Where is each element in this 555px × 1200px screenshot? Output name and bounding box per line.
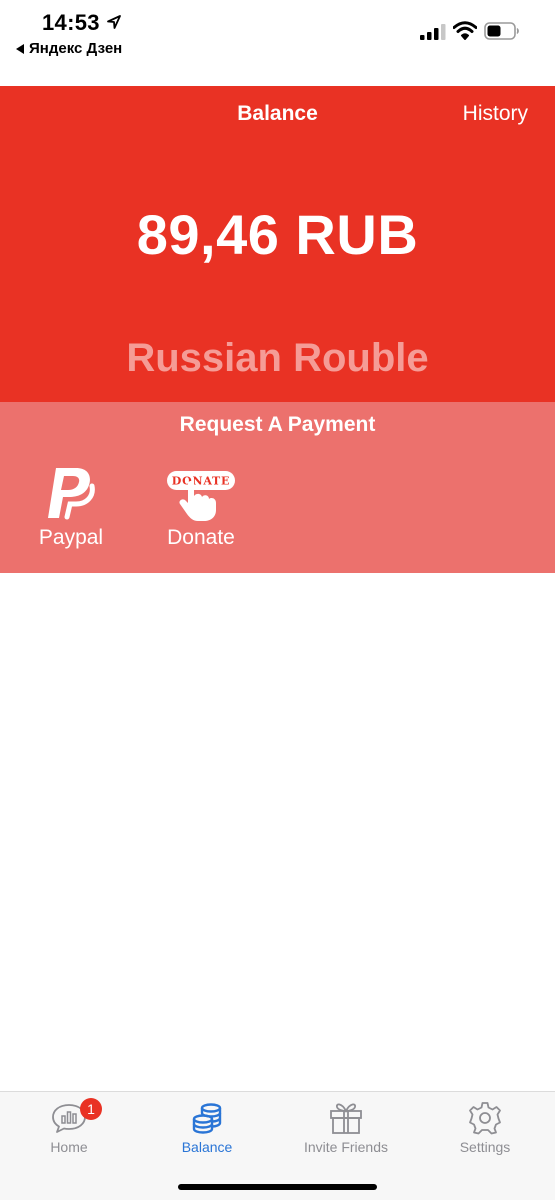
back-triangle-icon: [16, 43, 24, 54]
paypal-label: Paypal: [38, 526, 104, 549]
paypal-icon: [48, 468, 95, 520]
wifi-icon: [453, 21, 477, 40]
balance-amount: 89,46 RUB: [136, 203, 419, 266]
request-payment-panel: Request A Payment Paypal DONATE Donate: [0, 402, 555, 573]
coins-icon: [192, 1103, 222, 1134]
back-app-label: Яндекс Дзен: [29, 40, 123, 57]
tab-settings-label: Settings: [459, 1139, 511, 1155]
request-payment-title: Request A Payment: [179, 413, 376, 436]
tab-invite-friends-label: Invite Friends: [303, 1139, 389, 1155]
tab-home[interactable]: 1 Home: [0, 1092, 138, 1172]
history-button[interactable]: History: [463, 102, 528, 126]
status-bar: 14:53 Яндекс Дзен: [0, 0, 555, 86]
back-to-app-link[interactable]: Яндекс Дзен: [16, 40, 122, 57]
gear-icon: [469, 1102, 501, 1135]
tab-balance-label: Balance: [181, 1139, 233, 1155]
currency-name: Russian Rouble: [126, 336, 429, 380]
home-notification-badge: 1: [80, 1098, 102, 1120]
location-arrow-icon: [107, 15, 121, 29]
tab-bar: 1 Home Balance Invite Friends Settings: [0, 1091, 555, 1200]
status-time: 14:53: [42, 10, 100, 35]
donate-hand-icon: DONATE: [167, 471, 235, 521]
donate-label: Donate: [167, 526, 235, 549]
donate-icon-text: DONATE: [172, 475, 230, 488]
donate-option[interactable]: DONATE Donate: [160, 466, 242, 556]
tab-balance[interactable]: Balance: [138, 1092, 276, 1172]
tab-invite-friends[interactable]: Invite Friends: [276, 1092, 416, 1172]
gift-icon: [330, 1103, 362, 1134]
tab-home-label: Home: [50, 1139, 88, 1155]
tab-settings[interactable]: Settings: [416, 1092, 554, 1172]
app-screen: 14:53 Яндекс Дзен Balance History 89,46 …: [0, 0, 555, 1200]
balance-panel: Balance History 89,46 RUB Russian Rouble: [0, 86, 555, 402]
cellular-signal-icon: [420, 24, 446, 40]
battery-icon: [484, 22, 519, 40]
paypal-option[interactable]: Paypal: [34, 466, 108, 556]
home-indicator[interactable]: [178, 1184, 377, 1190]
